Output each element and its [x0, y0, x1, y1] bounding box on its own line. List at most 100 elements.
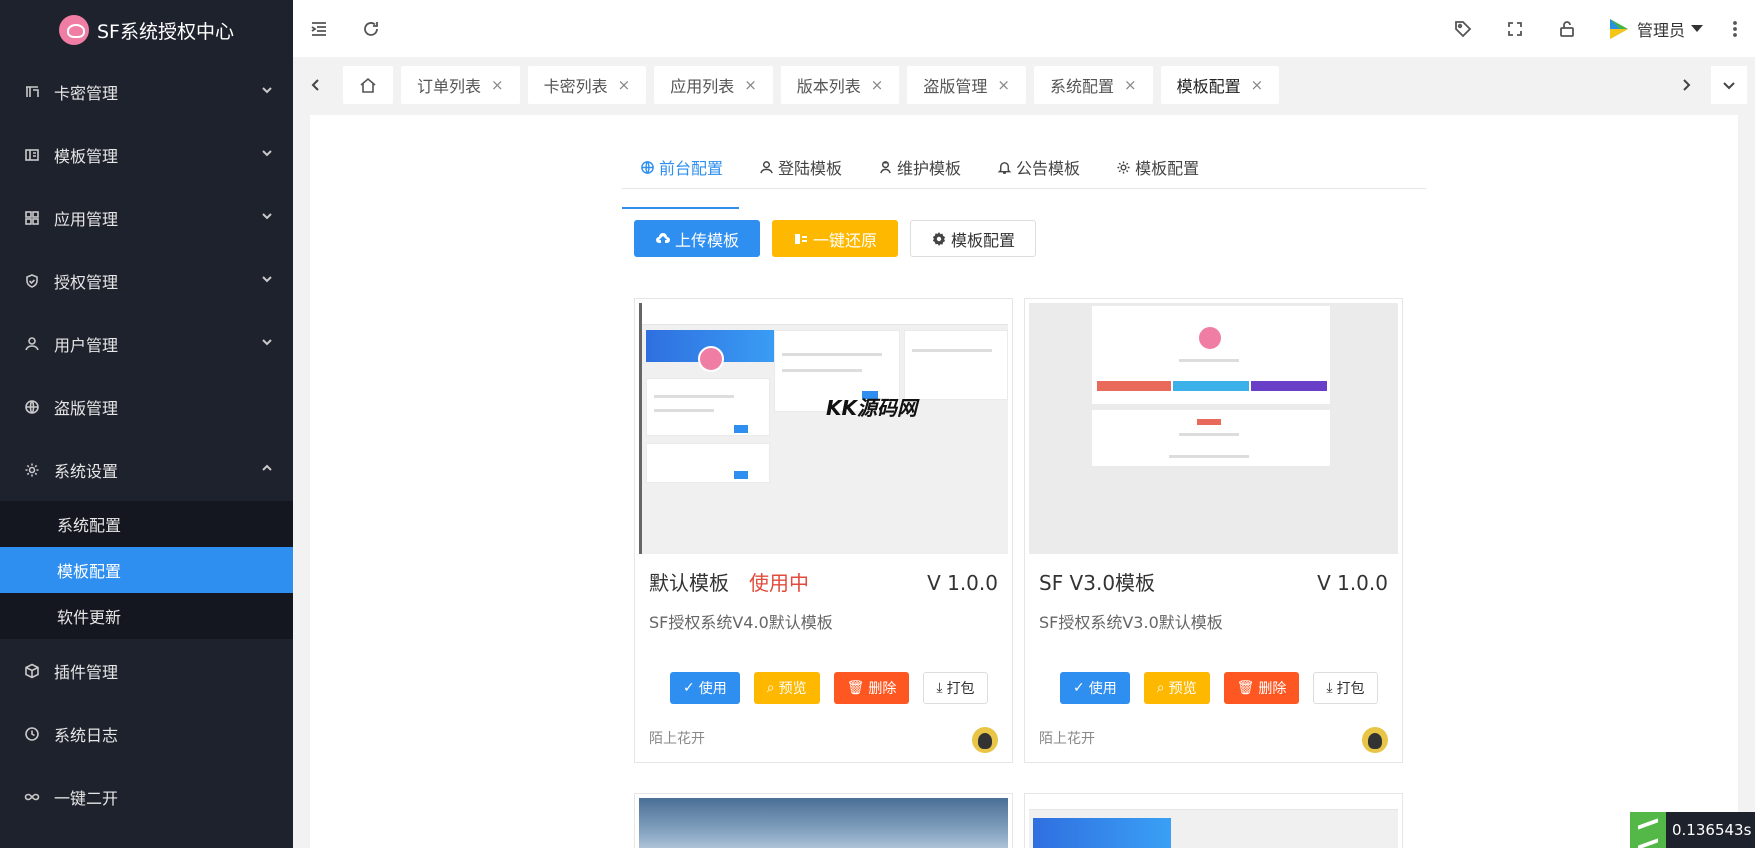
subtab-maintenance-template[interactable]: 维护模板 — [860, 155, 979, 179]
template-preview-image — [639, 798, 1008, 848]
check-icon: ✓ — [683, 680, 695, 696]
menu-toggle-button[interactable] — [293, 0, 345, 57]
sidebar-item-dev[interactable]: 一键二开 — [0, 765, 293, 828]
tab-orders[interactable]: 订单列表 × — [401, 66, 520, 104]
tab-piracy[interactable]: 盗版管理 × — [907, 66, 1026, 104]
template-name: 默认模板 — [649, 571, 729, 595]
trash-icon: 🗑 — [1236, 680, 1255, 696]
chevron-down-icon — [261, 210, 273, 226]
pack-button[interactable]: ⤓ 打包 — [1313, 672, 1378, 704]
tab-system-config[interactable]: 系统配置 × — [1033, 66, 1153, 104]
sidebar-subitem-template-config[interactable]: 模板配置 — [0, 547, 293, 593]
gear-icon — [932, 231, 946, 246]
subtab-frontend-config[interactable]: 前台配置 — [622, 155, 741, 179]
template-preview-image — [639, 303, 1008, 554]
tab-label: 应用列表 — [670, 77, 735, 96]
sidebar-item-users[interactable]: 用户管理 — [0, 312, 293, 375]
tag-icon — [1455, 20, 1472, 37]
tab-cards[interactable]: 卡密列表 × — [527, 66, 647, 104]
pack-button[interactable]: ⤓ 打包 — [923, 672, 988, 704]
close-icon[interactable]: × — [744, 76, 757, 94]
perf-time: 0.136543s — [1672, 821, 1752, 839]
button-label: 模板配置 — [951, 230, 1016, 250]
close-icon[interactable]: × — [491, 76, 504, 94]
bell-icon — [997, 161, 1012, 174]
tab-template-config[interactable]: 模板配置 × — [1160, 66, 1280, 104]
upload-template-button[interactable]: 上传模板 — [634, 220, 761, 257]
template-preview-image — [1029, 798, 1398, 848]
lock-icon — [1560, 20, 1574, 37]
close-icon[interactable]: × — [997, 76, 1010, 94]
delete-button[interactable]: 🗑 删除 — [833, 672, 910, 704]
close-icon[interactable]: × — [1124, 76, 1137, 94]
sidebar-item-template[interactable]: 模板管理 — [0, 123, 293, 186]
sidebar-item-plugins[interactable]: 插件管理 — [0, 639, 293, 702]
chevron-right-icon — [1683, 79, 1691, 91]
gear-icon — [1117, 160, 1130, 174]
top-header: 管理员 — [293, 0, 1755, 57]
template-author: 陌上花开 — [1039, 731, 1095, 747]
preview-button[interactable]: ⌕ 预览 — [753, 672, 820, 704]
performance-badge: 0.136543s — [1630, 812, 1755, 848]
sidebar-item-settings[interactable]: 系统设置 — [0, 438, 293, 501]
lock-button[interactable] — [1541, 0, 1593, 57]
use-button[interactable]: ✓ 使用 — [1060, 672, 1130, 704]
chevron-up-icon — [261, 462, 273, 478]
button-label: 打包 — [1336, 681, 1365, 697]
template-config-button[interactable]: 模板配置 — [910, 220, 1037, 257]
chevron-left-icon — [311, 79, 319, 91]
check-icon: ✓ — [1073, 680, 1085, 696]
tab-home[interactable] — [343, 66, 393, 104]
perf-logo-icon — [1630, 812, 1666, 848]
close-icon[interactable]: × — [871, 76, 884, 94]
admin-name: 管理员 — [1636, 20, 1685, 40]
brand[interactable]: SF系统授权中心 — [0, 0, 293, 60]
close-icon[interactable]: × — [618, 76, 631, 94]
tab-versions[interactable]: 版本列表 × — [780, 66, 900, 104]
template-version: V 1.0.0 — [927, 571, 998, 595]
subtab-label: 前台配置 — [659, 159, 724, 178]
sidebar-item-label: 授权管理 — [54, 272, 119, 292]
preview-button[interactable]: ⌕ 预览 — [1143, 672, 1210, 704]
author-avatar — [972, 727, 998, 753]
tab-apps[interactable]: 应用列表 × — [654, 66, 773, 104]
subtab-notice-template[interactable]: 公告模板 — [979, 155, 1098, 179]
admin-menu[interactable]: 管理员 — [1593, 16, 1715, 42]
globe-icon — [641, 160, 654, 174]
chevron-down-icon — [261, 84, 273, 100]
use-button[interactable]: ✓ 使用 — [670, 672, 740, 704]
tag-button[interactable] — [1437, 0, 1489, 57]
tabs-prev-button[interactable] — [301, 65, 331, 105]
delete-button[interactable]: 🗑 删除 — [1223, 672, 1300, 704]
sidebar-item-label: 模板管理 — [54, 146, 119, 166]
tabs-next-button[interactable] — [1671, 65, 1701, 105]
sidebar-item-logs[interactable]: 系统日志 — [0, 702, 293, 765]
subtab-login-template[interactable]: 登陆模板 — [741, 155, 860, 179]
template-subtabs: 前台配置 登陆模板 维护模板 公告模板 模板配置 — [622, 159, 1426, 189]
tabs-dropdown-button[interactable] — [1711, 66, 1747, 104]
close-icon[interactable]: × — [1251, 76, 1264, 94]
sidebar-item-card[interactable]: 卡密管理 — [0, 60, 293, 123]
indent-icon — [311, 21, 326, 36]
sidebar-item-auth[interactable]: 授权管理 — [0, 249, 293, 312]
home-icon — [360, 77, 376, 93]
refresh-button[interactable] — [345, 0, 397, 57]
chevron-down-icon — [261, 336, 273, 352]
refresh-icon — [364, 21, 378, 36]
apps-icon — [22, 208, 42, 228]
sidebar-item-piracy[interactable]: 盗版管理 — [0, 375, 293, 438]
restore-button[interactable]: 一键还原 — [772, 220, 899, 257]
subtab-template-config[interactable]: 模板配置 — [1098, 155, 1217, 179]
template-icon — [22, 145, 42, 165]
more-button[interactable] — [1715, 0, 1755, 57]
sidebar-subitem-system-config[interactable]: 系统配置 — [0, 501, 293, 547]
template-card: 默认模板 使用中 V 1.0.0 SF授权系统V4.0默认模板 ✓ 使用 ⌕ 预览 … — [634, 298, 1013, 763]
main-content: 前台配置 登陆模板 维护模板 公告模板 模板配置 上传模板 一键还原 模板配置 … — [310, 115, 1738, 848]
template-card — [634, 793, 1013, 848]
fullscreen-button[interactable] — [1489, 0, 1541, 57]
sidebar-subitem-software-update[interactable]: 软件更新 — [0, 593, 293, 639]
clock-icon — [22, 724, 42, 744]
tab-label: 盗版管理 — [923, 77, 988, 96]
sidebar-item-label: 用户管理 — [54, 335, 119, 355]
sidebar-item-apps[interactable]: 应用管理 — [0, 186, 293, 249]
